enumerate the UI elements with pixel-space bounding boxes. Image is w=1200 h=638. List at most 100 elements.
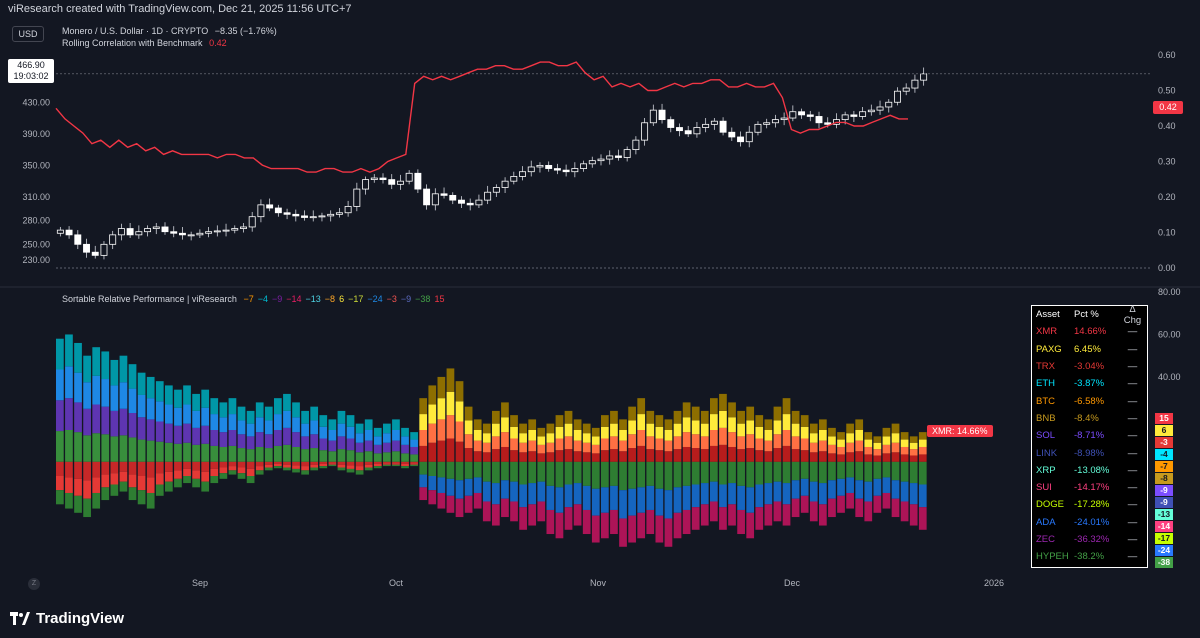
perf-neg-bar: [882, 492, 891, 509]
perf-pos-bar: [582, 442, 591, 453]
perf-pos-bar: [501, 402, 509, 418]
corr-last-badge: 0.42: [1153, 101, 1183, 114]
perf-pos-bar: [691, 434, 700, 449]
perf-pos-bar: [918, 446, 927, 455]
perf-pos-bar: [210, 445, 219, 462]
pct-cell: -17.28%: [1074, 499, 1110, 511]
perf-neg-bar: [364, 461, 373, 465]
perf-pos-bar: [56, 369, 64, 401]
perf-pos-bar: [746, 406, 755, 421]
price-tag-time: 19:03:02: [13, 71, 49, 81]
chart-svg[interactable]: 480.00430.00390.00350.00310.00280.00250.…: [0, 20, 1200, 598]
perf-neg-bar: [74, 478, 82, 496]
candle-body: [178, 232, 186, 236]
perf-neg-bar: [392, 461, 400, 464]
perf-neg-bar: [809, 501, 818, 522]
perf-neg-bar: [492, 504, 500, 526]
perf-neg-bar: [746, 461, 755, 488]
perf-pos-bar: [837, 439, 845, 447]
perf-neg-bar: [573, 461, 582, 484]
perf-neg-bar: [655, 488, 664, 516]
perf-pos-bar: [255, 432, 264, 447]
perf-pos-bar: [210, 414, 219, 430]
perf-pos-bar: [755, 426, 764, 439]
perf-pos-bar: [56, 431, 64, 462]
brand[interactable]: TradingView: [10, 610, 124, 627]
perf-pos-bar: [373, 444, 382, 454]
price-axis-tick: 350.00: [22, 160, 50, 170]
perf-neg-bar: [628, 488, 636, 516]
perf-pos-bar: [773, 448, 782, 462]
perf-pos-bar: [301, 436, 309, 450]
perf-neg-bar: [864, 501, 873, 522]
perf-pos-bar: [264, 406, 273, 421]
perf-neg-bar: [101, 474, 110, 488]
candle-body: [344, 206, 352, 214]
perf-neg-bar: [501, 461, 509, 481]
perf-pos-bar: [201, 407, 210, 426]
perf-neg-bar: [401, 466, 409, 469]
chg-cell: —: [1127, 430, 1138, 442]
perf-pos-bar: [437, 419, 446, 441]
perf-pos-bar: [873, 455, 882, 462]
perf-pos-bar: [437, 440, 446, 462]
candle-body: [266, 204, 274, 209]
table-row: XMR 14.66% —: [1032, 323, 1147, 340]
currency-button[interactable]: USD: [12, 26, 44, 42]
perf-pos-bar: [809, 423, 818, 434]
perf-pos-bar: [628, 448, 636, 462]
perf-neg-bar: [546, 461, 555, 486]
corr-axis-tick: 0.30: [1158, 157, 1176, 167]
perf-neg-bar: [764, 483, 773, 505]
perf-neg-bar: [828, 480, 836, 499]
corr-value: 0.42: [209, 38, 227, 48]
perf-pos-bar: [710, 430, 718, 446]
perf-pos-bar: [110, 359, 119, 386]
perf-pos-bar: [673, 423, 682, 437]
x-axis-tick: Dec: [784, 578, 801, 588]
price-axis-tick: 250.00: [22, 239, 50, 249]
pct-cell: -8.71%: [1074, 430, 1105, 442]
series-value-badge: -4: [1155, 449, 1173, 460]
perf-pos-bar: [682, 446, 691, 462]
perf-pos-bar: [628, 434, 636, 449]
perf-pos-bar: [492, 423, 500, 437]
perf-neg-bar: [619, 461, 627, 491]
asset-cell: SUI: [1036, 482, 1052, 494]
asset-cell: ZEC: [1036, 534, 1055, 545]
perf-neg-bar: [83, 461, 91, 481]
candle-body: [658, 109, 666, 121]
perf-neg-bar: [773, 501, 782, 522]
chg-cell: —: [1127, 516, 1138, 528]
perf-neg-bar: [828, 498, 836, 518]
perf-pos-bar: [428, 404, 437, 424]
chg-cell: —: [1127, 395, 1138, 407]
candle-body: [100, 243, 108, 256]
perf-neg-bar: [101, 461, 110, 475]
perf-neg-bar: [137, 490, 146, 505]
perf-pos-bar: [137, 439, 146, 462]
chg-cell: —: [1127, 482, 1138, 494]
table-body: XMR 14.66% — PAXG 6.45% — TRX -3.04% — ETH -3.87% —…: [1032, 323, 1147, 565]
perf-neg-bar: [446, 461, 455, 479]
perf-neg-bar: [155, 461, 164, 474]
chart-frame[interactable]: 480.00430.00390.00350.00310.00280.00250.…: [0, 20, 1200, 598]
perf-neg-bar: [428, 461, 437, 476]
perf-pos-bar: [864, 446, 873, 455]
zoom-icon[interactable]: Z: [28, 578, 40, 590]
perf-pos-bar: [337, 436, 346, 450]
perf-pos-bar: [219, 417, 228, 433]
perf-pos-bar: [737, 436, 745, 450]
perf-neg-bar: [264, 464, 273, 468]
perf-pos-bar: [528, 451, 537, 462]
chg-cell: —: [1127, 343, 1138, 355]
perf-neg-bar: [464, 461, 473, 479]
perf-pos-bar: [455, 441, 464, 462]
perf-neg-bar: [582, 461, 591, 486]
perf-pos-bar: [274, 398, 282, 415]
perf-pos-bar: [419, 398, 428, 415]
perf-neg-bar: [346, 461, 355, 466]
perf-pos-bar: [855, 440, 864, 452]
perf-pos-bar: [419, 430, 428, 446]
perf-pos-bar: [710, 398, 718, 415]
